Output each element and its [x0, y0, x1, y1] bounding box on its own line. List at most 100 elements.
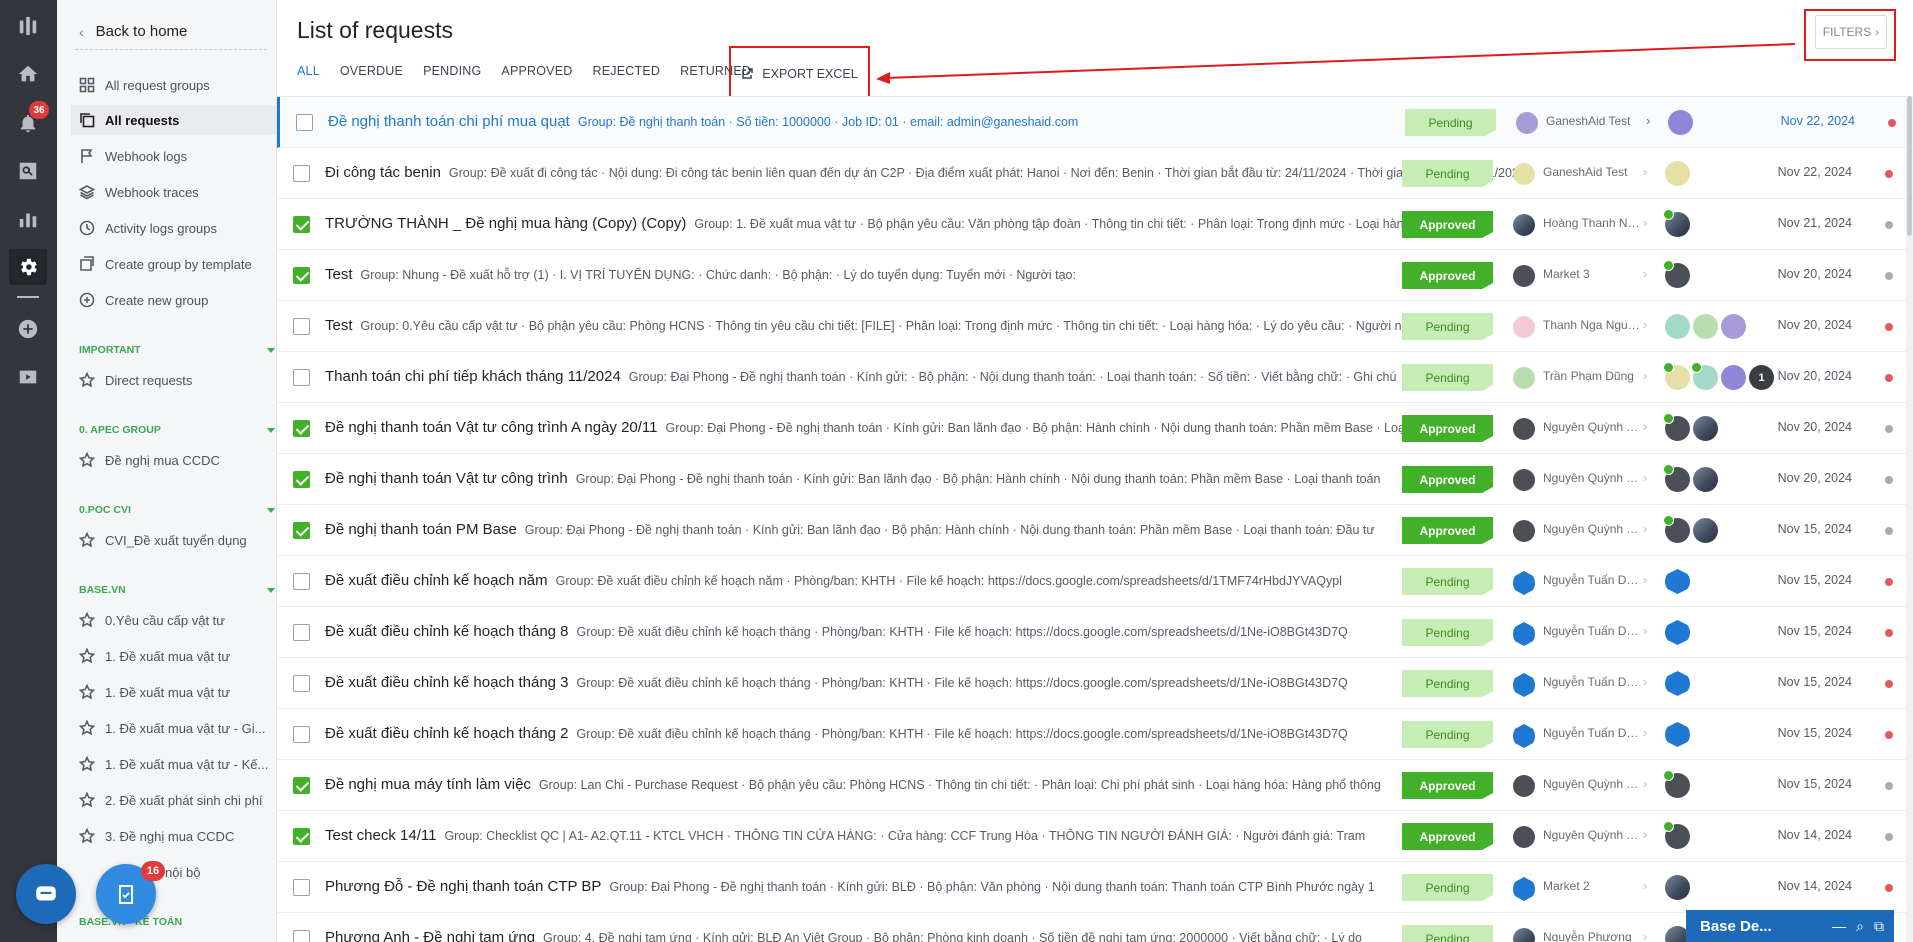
request-title[interactable]: Test	[325, 266, 353, 283]
request-title[interactable]: Đề xuất điều chỉnh kế hoạch tháng 8	[325, 623, 569, 640]
export-excel-button[interactable]: EXPORT EXCEL	[729, 46, 870, 101]
request-title[interactable]: Phương Anh - Đề nghị tạm ứng	[325, 929, 535, 942]
approver-avatar[interactable]	[1693, 416, 1718, 441]
table-row[interactable]: TRƯỜNG THÀNH _ Đề nghị mua hàng (Copy) (…	[277, 199, 1907, 250]
approver-avatar[interactable]	[1663, 260, 1690, 288]
table-row[interactable]: Đề nghị thanh toán chi phí mua quạt Group…	[277, 97, 1907, 148]
request-title[interactable]: Đề nghị thanh toán Vật tư công trình	[325, 470, 568, 487]
gear-icon[interactable]	[9, 249, 47, 285]
table-row[interactable]: Đề xuất điều chỉnh kế hoạch tháng 8 Group…	[277, 607, 1907, 658]
request-title[interactable]: Test	[325, 317, 353, 334]
search-icon[interactable]: ⌕	[1856, 918, 1864, 935]
home-icon[interactable]	[14, 60, 42, 88]
section-header-apec-group[interactable]: 0. APEC GROUP	[79, 422, 275, 438]
sidebar-item-group[interactable]: 1. Đề xuất mua vật tư - Gi...	[75, 713, 275, 743]
row-checkbox[interactable]	[293, 369, 310, 386]
tab-all[interactable]: ALL	[297, 64, 320, 84]
row-checkbox[interactable]	[293, 573, 310, 590]
filters-button[interactable]: FILTERS ›	[1815, 15, 1887, 49]
approver-avatar[interactable]	[1721, 365, 1746, 390]
approver-avatar[interactable]	[1665, 569, 1690, 594]
tab-pending[interactable]: PENDING	[423, 64, 481, 84]
approver-avatar[interactable]	[1721, 314, 1746, 339]
row-checkbox[interactable]	[293, 879, 310, 896]
request-title[interactable]: Phương Đỗ - Đề nghị thanh toán CTP BP	[325, 878, 601, 895]
approver-avatar[interactable]	[1665, 314, 1690, 339]
search-window-icon[interactable]	[14, 157, 42, 185]
row-checkbox[interactable]	[293, 726, 310, 743]
request-title[interactable]: Thanh toán chi phí tiếp khách tháng 11/2…	[325, 368, 621, 385]
chart-icon[interactable]	[14, 205, 42, 233]
request-title[interactable]: Đề nghị mua máy tính làm việc	[325, 776, 531, 793]
request-title[interactable]: Đề nghị thanh toán chi phí mua quạt	[328, 113, 570, 130]
scrollbar[interactable]	[1906, 96, 1913, 942]
row-checkbox[interactable]	[293, 420, 310, 437]
approver-avatar[interactable]	[1663, 209, 1690, 237]
approver-avatar[interactable]	[1663, 413, 1690, 441]
sidebar-item-group[interactable]: 0.Yêu cầu cấp vật tư	[75, 605, 275, 635]
request-title[interactable]: Đề xuất điều chỉnh kế hoạch tháng 2	[325, 725, 569, 742]
sidebar-item-create-group-by-template[interactable]: Create group by template	[75, 249, 275, 279]
chat-button[interactable]	[16, 864, 76, 924]
row-checkbox[interactable]	[293, 522, 310, 539]
request-title[interactable]: TRƯỜNG THÀNH _ Đề nghị mua hàng (Copy) (…	[325, 215, 686, 232]
section-header-poc-cvi[interactable]: 0.POC CVI	[79, 502, 275, 518]
tab-overdue[interactable]: OVERDUE	[340, 64, 403, 84]
table-row[interactable]: Test Group: Nhung - Đề xuất hỗ trợ (1) · …	[277, 250, 1907, 301]
tab-rejected[interactable]: REJECTED	[593, 64, 661, 84]
base-logo-icon[interactable]	[14, 12, 42, 40]
table-row[interactable]: Test Group: 0.Yêu cầu cấp vật tư · Bộ phậ…	[277, 301, 1907, 352]
row-checkbox[interactable]	[293, 828, 310, 845]
sidebar-item-all-request-groups[interactable]: All request groups	[75, 70, 275, 100]
table-row[interactable]: Đề nghị thanh toán Vật tư công trình A n…	[277, 403, 1907, 454]
approver-avatar[interactable]	[1668, 110, 1693, 135]
approver-avatar[interactable]	[1691, 362, 1718, 390]
sidebar-item-activity-logs-groups[interactable]: Activity logs groups	[75, 213, 275, 243]
sidebar-item-create-new-group[interactable]: Create new group	[75, 285, 275, 315]
approver-avatar[interactable]	[1665, 875, 1690, 900]
sidebar-item-webhook-logs[interactable]: Webhook logs	[75, 141, 275, 171]
section-header-base-vn[interactable]: BASE.VN	[79, 582, 275, 598]
table-row[interactable]: Phương Anh - Đề nghị tạm ứng Group: 4. Đề…	[277, 913, 1907, 942]
sidebar-item-group[interactable]: 2. Đề xuất phát sinh chi phí	[75, 785, 275, 815]
section-header-important[interactable]: IMPORTANT	[79, 342, 275, 358]
sidebar-item-group[interactable]: Đề nghị mua CCDC	[75, 445, 275, 475]
sidebar-item-group[interactable]: 3. Đề nghị mua CCDC	[75, 821, 275, 851]
scrollbar-thumb[interactable]	[1907, 96, 1912, 236]
approver-avatar[interactable]	[1663, 362, 1690, 390]
approver-avatar[interactable]	[1663, 821, 1690, 849]
row-checkbox[interactable]	[293, 165, 310, 182]
approver-avatar[interactable]	[1665, 620, 1690, 645]
request-title[interactable]: Đề xuất điều chỉnh kế hoạch năm	[325, 572, 548, 589]
request-title[interactable]: Đi công tác benin	[325, 164, 441, 181]
sidebar-item-group[interactable]: CVI_Đề xuất tuyển dụng	[75, 525, 275, 555]
video-icon[interactable]	[14, 363, 42, 391]
request-title[interactable]: Đề xuất điều chỉnh kế hoạch tháng 3	[325, 674, 569, 691]
row-checkbox[interactable]	[293, 624, 310, 641]
table-row[interactable]: Đề nghị mua máy tính làm việc Group: Lan …	[277, 760, 1907, 811]
approver-avatar[interactable]	[1665, 671, 1690, 696]
approver-avatar[interactable]	[1665, 161, 1690, 186]
minimize-icon[interactable]: —	[1832, 918, 1846, 935]
row-checkbox[interactable]	[293, 318, 310, 335]
approver-avatar[interactable]	[1663, 515, 1690, 543]
row-checkbox[interactable]	[293, 777, 310, 794]
approver-avatar[interactable]	[1665, 722, 1690, 747]
table-row[interactable]: Test check 14/11 Group: Checklist QC | A1…	[277, 811, 1907, 862]
row-checkbox[interactable]	[293, 930, 310, 942]
row-checkbox[interactable]	[293, 471, 310, 488]
approver-avatar[interactable]	[1663, 464, 1690, 492]
request-title[interactable]: Đề nghị thanh toán PM Base	[325, 521, 517, 538]
tab-approved[interactable]: APPROVED	[501, 64, 572, 84]
sidebar-item-group[interactable]: 1. Đề xuất mua vật tư	[75, 677, 275, 707]
table-row[interactable]: Đề xuất điều chỉnh kế hoạch tháng 3 Group…	[277, 658, 1907, 709]
table-row[interactable]: Đi công tác benin Group: Đề xuất đi công …	[277, 148, 1907, 199]
chat-mini-widget[interactable]: Base De... — ⌕ ⧉	[1686, 910, 1894, 942]
row-checkbox[interactable]	[296, 114, 313, 131]
table-row[interactable]: Đề xuất điều chỉnh kế hoạch năm Group: Đề…	[277, 556, 1907, 607]
table-row[interactable]: Thanh toán chi phí tiếp khách tháng 11/2…	[277, 352, 1907, 403]
row-checkbox[interactable]	[293, 267, 310, 284]
back-to-home-link[interactable]: ‹ Back to home	[75, 14, 267, 50]
approver-avatar[interactable]	[1693, 314, 1718, 339]
sidebar-item-group[interactable]: 1. Đề xuất mua vật tư	[75, 641, 275, 671]
